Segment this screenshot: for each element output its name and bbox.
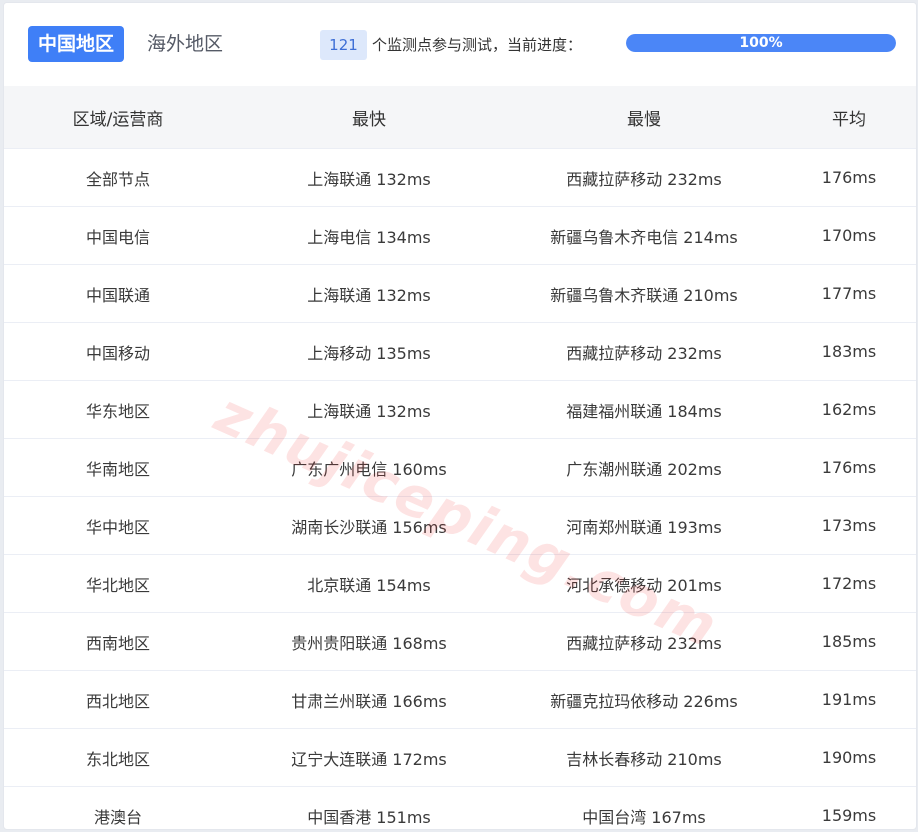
cell-slowest: 吉林长春移动 210ms [506,728,782,787]
header-fastest: 最快 [232,86,506,149]
cell-average: 185ms [782,612,916,671]
cell-average: 176ms [782,148,916,207]
cell-average: 183ms [782,322,916,381]
region-toolbar: 中国地区 海外地区 121 个监测点参与测试，当前进度： 100% [4,3,916,86]
latency-table: 区域/运营商 最快 最慢 平均 全部节点 上海联通 132ms 西藏拉萨移动 232… [4,86,916,830]
table-row: 华北地区 北京联通 154ms 河北承德移动 201ms 172ms [4,554,916,613]
table-row: 华中地区 湖南长沙联通 156ms 河南郑州联通 193ms 173ms [4,496,916,555]
cell-fastest: 甘肃兰州联通 166ms [232,670,506,729]
cell-region: 西北地区 [4,670,232,729]
cell-average: 172ms [782,554,916,613]
table-body: 全部节点 上海联通 132ms 西藏拉萨移动 232ms 176ms 中国电信 上海电信 … [4,148,916,830]
cell-fastest: 中国香港 151ms [307,807,431,827]
cell-region: 华南地区 [4,438,232,497]
monitor-count-badge: 121 [320,30,367,60]
table-row: 港澳台 中国香港 151ms 中国台湾 167ms 159ms [4,787,916,830]
table-row: 全部节点 上海联通 132ms 西藏拉萨移动 232ms 176ms [4,148,916,207]
cell-fastest: 上海联通 132ms [232,380,506,439]
table-row: 中国联通 上海联通 132ms 新疆乌鲁木齐联通 210ms 177ms [4,264,916,323]
cell-slowest: 新疆克拉玛依移动 226ms [506,670,782,729]
header-slowest: 最慢 [506,86,782,149]
monitor-progress-text: 个监测点参与测试，当前进度： [372,36,583,54]
cell-slowest: 新疆乌鲁木齐电信 214ms [506,206,782,265]
cell-region: 东北地区 [4,728,232,787]
table-row: 中国电信 上海电信 134ms 新疆乌鲁木齐电信 214ms 170ms [4,206,916,265]
cell-fastest: 北京联通 154ms [232,554,506,613]
table-row: 华东地区 上海联通 132ms 福建福州联通 184ms 162ms [4,380,916,439]
progress-bar: 100% [626,34,896,52]
cell-average: 170ms [782,206,916,265]
cell-slowest: 中国台湾 167ms [582,807,706,827]
cell-fastest: 上海联通 132ms [232,264,506,323]
cell-slowest: 新疆乌鲁木齐联通 210ms [506,264,782,323]
cell-region: 中国移动 [4,322,232,381]
cell-average: 177ms [782,264,916,323]
cell-fastest: 湖南长沙联通 156ms [232,496,506,555]
cell-region: 中国联通 [4,264,232,323]
cell-region: 中国电信 [4,206,232,265]
cell-slowest: 河北承德移动 201ms [506,554,782,613]
cell-average: 191ms [782,670,916,729]
cell-average: 173ms [782,496,916,555]
table-row: 中国移动 上海移动 135ms 西藏拉萨移动 232ms 183ms [4,322,916,381]
cell-slowest: 广东潮州联通 202ms [506,438,782,497]
cell-slowest: 西藏拉萨移动 232ms [506,612,782,671]
cell-fastest: 贵州贵阳联通 168ms [232,612,506,671]
cell-region: 西南地区 [4,612,232,671]
cell-slowest: 西藏拉萨移动 232ms [506,322,782,381]
cell-average: 176ms [782,438,916,497]
ping-results-panel: 中国地区 海外地区 121 个监测点参与测试，当前进度： 100% 区域/运营商… [3,2,917,830]
cell-region: 华东地区 [4,380,232,439]
cell-fastest: 广东广州电信 160ms [232,438,506,497]
table-row: 西南地区 贵州贵阳联通 168ms 西藏拉萨移动 232ms 185ms [4,612,916,671]
header-region-carrier: 区域/运营商 [4,86,232,149]
table-row: 东北地区 辽宁大连联通 172ms 吉林长春移动 210ms 190ms [4,728,916,787]
cell-region: 全部节点 [4,148,232,207]
cell-fastest: 上海电信 134ms [232,206,506,265]
cell-average: 162ms [782,380,916,439]
cell-region: 华中地区 [4,496,232,555]
cell-average: 190ms [782,728,916,787]
table-row: 西北地区 甘肃兰州联通 166ms 新疆克拉玛依移动 226ms 191ms [4,670,916,729]
cell-fastest: 上海移动 135ms [232,322,506,381]
cell-region: 港澳台 [93,807,142,827]
header-average: 平均 [782,86,916,149]
cell-slowest: 河南郑州联通 193ms [506,496,782,555]
cell-slowest: 福建福州联通 184ms [506,380,782,439]
cell-slowest: 西藏拉萨移动 232ms [506,148,782,207]
table-header-row: 区域/运营商 最快 最慢 平均 [4,86,916,149]
cell-fastest: 上海联通 132ms [232,148,506,207]
tab-overseas-region[interactable]: 海外地区 [137,26,233,62]
tab-china-region[interactable]: 中国地区 [28,26,125,62]
cell-fastest: 辽宁大连联通 172ms [232,728,506,787]
cell-average: 159ms [821,806,877,825]
progress-label: 100% [739,35,783,51]
table-row: 华南地区 广东广州电信 160ms 广东潮州联通 202ms 176ms [4,438,916,497]
cell-region: 华北地区 [4,554,232,613]
